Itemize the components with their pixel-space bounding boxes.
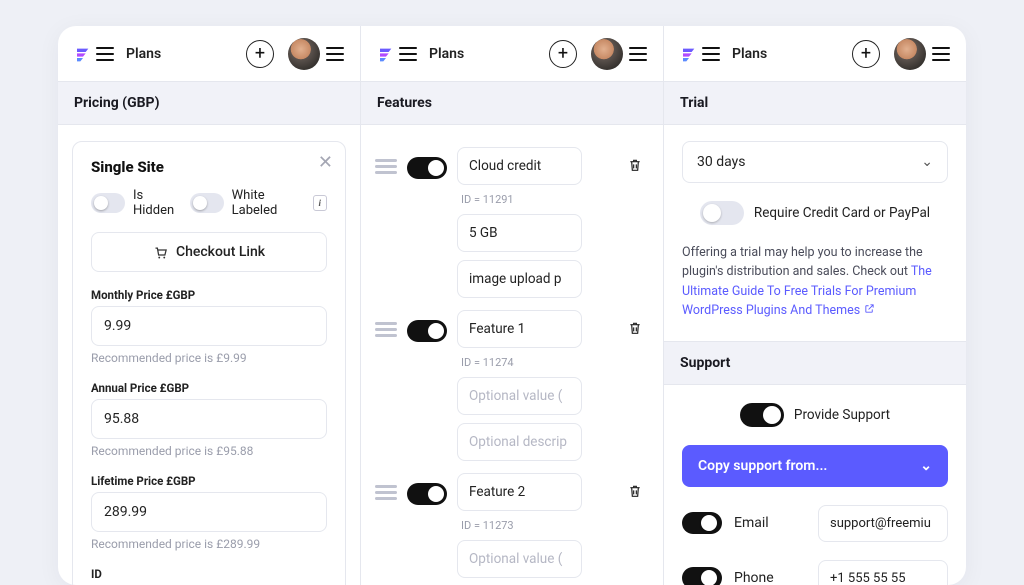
email-label: Email (734, 515, 806, 531)
user-menu-icon[interactable] (326, 47, 344, 61)
lifetime-label: Lifetime Price £GBP (91, 474, 327, 488)
feature-desc-input[interactable] (457, 423, 582, 461)
trial-duration-select[interactable]: 30 days ⌄ (682, 141, 948, 183)
feature-name-input[interactable] (457, 147, 582, 185)
avatar[interactable] (894, 38, 926, 70)
feature-toggle[interactable] (407, 320, 447, 342)
features-header: Features (361, 82, 663, 125)
pricing-column: Plans + Pricing (GBP) ✕ Single Site Is H… (58, 26, 361, 585)
annual-price-input[interactable] (91, 399, 327, 439)
avatar[interactable] (288, 38, 320, 70)
feature-row: ID = 11291 (375, 147, 649, 298)
id-label: ID (91, 567, 327, 581)
topbar: Plans + (361, 26, 663, 82)
feature-name-input[interactable] (457, 473, 582, 511)
page-title: Plans (429, 46, 464, 62)
copy-support-label: Copy support from... (698, 458, 827, 474)
add-plan-button[interactable]: + (246, 40, 274, 68)
annual-label: Annual Price £GBP (91, 381, 327, 395)
feature-id: ID = 11291 (457, 193, 617, 206)
freemius-logo-icon (377, 45, 395, 63)
white-labeled-label: White Labeled (232, 188, 305, 218)
monthly-hint: Recommended price is £9.99 (91, 351, 327, 365)
trial-support-column: Plans + Trial 30 days ⌄ Require Credit C… (664, 26, 966, 585)
phone-input[interactable] (818, 560, 948, 585)
require-cc-toggle[interactable] (700, 201, 744, 225)
external-link-icon (864, 301, 875, 320)
add-plan-button[interactable]: + (549, 40, 577, 68)
trial-header: Trial (664, 82, 966, 125)
feature-id: ID = 11274 (457, 356, 617, 369)
monthly-price-input[interactable] (91, 306, 327, 346)
white-labeled-toggle[interactable] (190, 193, 224, 213)
phone-toggle[interactable] (682, 567, 722, 585)
plan-card: ✕ Single Site Is Hidden White Labeled i … (72, 141, 346, 585)
trial-duration-value: 30 days (697, 154, 745, 170)
feature-value-input[interactable] (457, 540, 582, 578)
email-toggle[interactable] (682, 512, 722, 534)
feature-value-input[interactable] (457, 377, 582, 415)
drag-handle-icon[interactable] (375, 485, 397, 500)
info-icon[interactable]: i (313, 195, 327, 211)
freemius-logo-icon (74, 45, 92, 63)
add-plan-button[interactable]: + (852, 40, 880, 68)
checkout-link-button[interactable]: Checkout Link (91, 232, 327, 272)
trial-hint-text: Offering a trial may help you to increas… (682, 245, 923, 279)
support-header: Support (664, 341, 966, 385)
delete-feature-button[interactable] (627, 483, 649, 503)
features-column: Plans + Features ID = 11291 (361, 26, 664, 585)
close-icon[interactable]: ✕ (318, 152, 333, 173)
feature-row: ID = 11274 (375, 310, 649, 461)
feature-value-input[interactable] (457, 214, 582, 252)
feature-toggle[interactable] (407, 157, 447, 179)
topbar: Plans + (58, 26, 360, 82)
lifetime-price-input[interactable] (91, 492, 327, 532)
copy-support-button[interactable]: Copy support from... ⌄ (682, 445, 948, 487)
pricing-header: Pricing (GBP) (58, 82, 360, 125)
delete-feature-button[interactable] (627, 157, 649, 177)
annual-hint: Recommended price is £95.88 (91, 444, 327, 458)
menu-icon[interactable] (702, 47, 720, 61)
page-title: Plans (126, 46, 161, 62)
freemius-logo-icon (680, 45, 698, 63)
plan-title: Single Site (91, 158, 327, 176)
require-cc-label: Require Credit Card or PayPal (754, 205, 930, 221)
monthly-label: Monthly Price £GBP (91, 288, 327, 302)
user-menu-icon[interactable] (932, 47, 950, 61)
feature-row: ID = 11273 (375, 473, 649, 585)
delete-feature-button[interactable] (627, 320, 649, 340)
avatar[interactable] (591, 38, 623, 70)
lifetime-hint: Recommended price is £289.99 (91, 537, 327, 551)
is-hidden-toggle[interactable] (91, 193, 125, 213)
menu-icon[interactable] (96, 47, 114, 61)
is-hidden-label: Is Hidden (133, 188, 182, 218)
trial-hint: Offering a trial may help you to increas… (682, 243, 948, 321)
menu-icon[interactable] (399, 47, 417, 61)
feature-name-input[interactable] (457, 310, 582, 348)
page-title: Plans (732, 46, 767, 62)
provide-support-label: Provide Support (794, 407, 890, 423)
email-input[interactable] (818, 505, 948, 542)
drag-handle-icon[interactable] (375, 322, 397, 337)
chevron-down-icon: ⌄ (921, 154, 933, 170)
drag-handle-icon[interactable] (375, 159, 397, 174)
phone-label: Phone (734, 570, 806, 585)
cart-icon (153, 245, 168, 260)
chevron-down-icon: ⌄ (920, 458, 932, 474)
feature-toggle[interactable] (407, 483, 447, 505)
user-menu-icon[interactable] (629, 47, 647, 61)
provide-support-toggle[interactable] (740, 403, 784, 427)
topbar: Plans + (664, 26, 966, 82)
checkout-link-label: Checkout Link (176, 244, 265, 260)
feature-desc-input[interactable] (457, 260, 582, 298)
feature-id: ID = 11273 (457, 519, 617, 532)
